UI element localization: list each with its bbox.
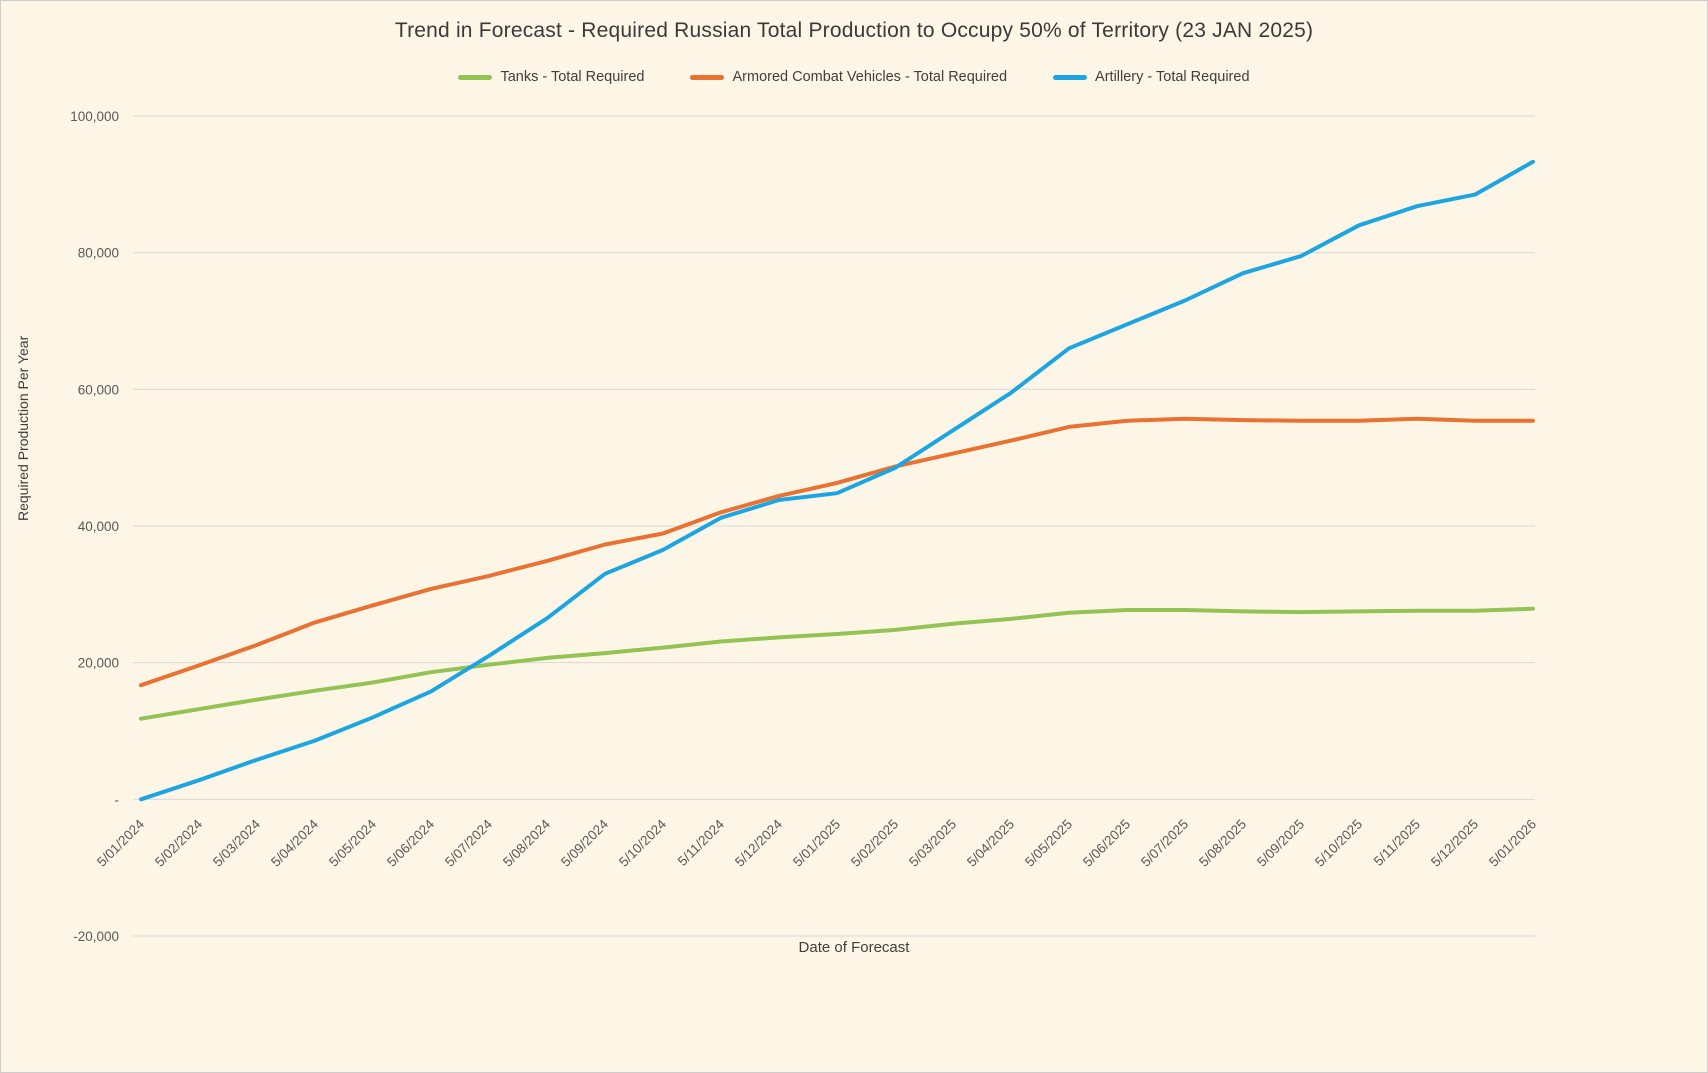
x-tick-label: 5/06/2025: [1080, 817, 1133, 870]
x-tick-label: 5/11/2024: [675, 816, 728, 869]
series-line-0: [141, 609, 1533, 719]
x-tick-label: 5/05/2024: [326, 816, 379, 869]
x-tick-label: 5/08/2025: [1196, 817, 1249, 870]
x-tick-label: 5/10/2025: [1312, 817, 1365, 870]
y-tick-label: 100,000: [70, 109, 119, 124]
x-tick-label: 5/11/2025: [1371, 817, 1423, 869]
x-tick-label: 5/02/2025: [848, 817, 901, 870]
x-tick-label: 5/10/2024: [616, 816, 669, 869]
y-axis-title: Required Production Per Year: [15, 336, 31, 521]
series-line-2: [141, 162, 1533, 800]
x-axis-title: Date of Forecast: [1, 939, 1707, 956]
y-tick-label: -: [115, 792, 120, 807]
x-tick-label: 5/08/2024: [500, 816, 553, 869]
x-tick-label: 5/04/2025: [964, 817, 1017, 870]
y-tick-label: 60,000: [78, 382, 119, 397]
x-tick-label: 5/09/2025: [1254, 817, 1307, 870]
series-line-1: [141, 419, 1533, 686]
x-tick-label: 5/05/2025: [1022, 817, 1075, 870]
x-tick-label: 5/06/2024: [384, 816, 437, 869]
x-tick-label: 5/03/2025: [906, 817, 959, 870]
x-tick-label: 5/03/2024: [210, 816, 263, 869]
y-tick-label: 20,000: [78, 656, 119, 671]
x-tick-label: 5/12/2024: [732, 816, 785, 869]
x-tick-label: 5/04/2024: [268, 816, 321, 869]
y-tick-label: 40,000: [78, 519, 119, 534]
chart-page: { "page": { "title": "Trend in Forecast …: [0, 0, 1708, 1073]
x-tick-label: 5/01/2024: [94, 816, 147, 869]
x-tick-label: 5/09/2024: [558, 816, 611, 869]
x-tick-label: 5/01/2026: [1486, 817, 1539, 870]
x-tick-label: 5/07/2025: [1138, 817, 1191, 870]
chart-svg: 100,00080,00060,00040,00020,000--20,0005…: [1, 1, 1708, 1073]
x-tick-label: 5/07/2024: [442, 816, 495, 869]
x-tick-label: 5/02/2024: [152, 816, 205, 869]
x-tick-label: 5/12/2025: [1428, 817, 1481, 870]
y-tick-label: 80,000: [78, 246, 119, 261]
x-tick-label: 5/01/2025: [790, 817, 843, 870]
